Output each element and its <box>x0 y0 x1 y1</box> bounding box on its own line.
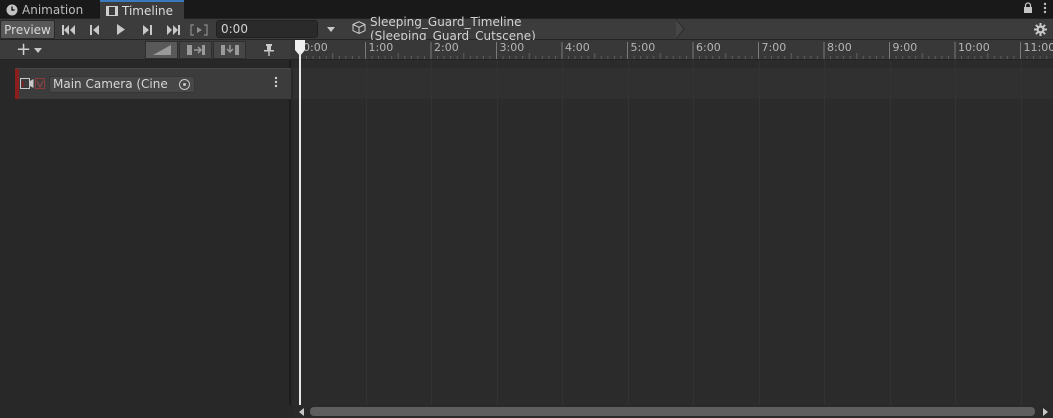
next-frame-icon <box>143 24 152 35</box>
breadcrumb-label: Sleeping_Guard_Timeline (Sleeping_Guard_… <box>370 15 536 43</box>
film-icon <box>106 5 118 17</box>
scroll-right-icon[interactable] <box>1040 407 1050 416</box>
cinemachine-track-icon <box>35 78 45 89</box>
play-icon <box>117 24 125 35</box>
breadcrumb-arrow <box>676 19 685 39</box>
tab-animation[interactable]: Animation <box>0 0 94 19</box>
mix-mode-button[interactable] <box>145 41 178 59</box>
preview-button[interactable]: Preview <box>0 20 55 39</box>
scrollbar-thumb[interactable] <box>310 407 1035 416</box>
track-binding-field[interactable]: Main Camera (Cine <box>49 76 195 93</box>
timeline-toolbar: Preview 0:00 Sleeping_Guard_Timeline (Sl… <box>0 15 1053 43</box>
track-color-bar <box>15 69 19 99</box>
ruler-label: 3:00 <box>499 41 525 54</box>
play-range-button[interactable] <box>187 20 211 39</box>
ruler-label: 9:00 <box>892 41 918 54</box>
ruler-label: 7:00 <box>761 41 787 54</box>
clip-edit-mode-icon <box>152 45 171 55</box>
ruler-ticks <box>299 42 1048 59</box>
lock-icon[interactable] <box>1023 2 1033 17</box>
track-menu-button[interactable] <box>273 76 279 92</box>
timeline-breadcrumb[interactable]: Sleeping_Guard_Timeline (Sleeping_Guard_… <box>348 15 688 43</box>
timeline-gridline <box>1020 60 1022 405</box>
time-ruler[interactable]: 0:00 1:00 2:00 3:00 4:00 5:00 6:00 7:00 8:00 9:00… <box>291 40 1053 60</box>
ruler-label: 1:00 <box>368 41 394 54</box>
go-to-end-button[interactable] <box>161 20 185 39</box>
ripple-mode-icon <box>186 45 205 55</box>
timeline-gridline <box>889 60 891 405</box>
time-dropdown-icon <box>327 27 335 32</box>
replace-mode-button[interactable] <box>213 41 246 59</box>
ruler-label: 8:00 <box>827 41 852 54</box>
ruler-label: 5:00 <box>630 41 656 54</box>
timeline-asset-icon <box>352 21 366 37</box>
ruler-label: 4:00 <box>565 41 590 54</box>
next-frame-button[interactable] <box>135 20 159 39</box>
ruler-label: 6:00 <box>696 41 721 54</box>
time-format-dropdown[interactable] <box>322 20 340 39</box>
timeline-gridline <box>758 60 760 405</box>
kebab-menu-icon <box>274 76 278 88</box>
ruler-label: 11:00 <box>1023 41 1053 54</box>
horizontal-scrollbar[interactable] <box>293 405 1053 418</box>
chevron-down-icon <box>34 47 43 53</box>
more-options-icon[interactable] <box>1043 2 1047 17</box>
settings-button[interactable] <box>1032 21 1048 37</box>
pin-icon <box>263 44 274 56</box>
playhead-line[interactable] <box>299 52 301 405</box>
previous-frame-icon <box>90 24 99 35</box>
tab-timeline[interactable]: Timeline <box>100 0 184 19</box>
ruler-label: 2:00 <box>434 41 459 54</box>
ruler-label: 10:00 <box>958 41 990 54</box>
go-to-start-button[interactable] <box>57 20 81 39</box>
tab-timeline-label: Timeline <box>122 3 174 18</box>
window-controls <box>1023 2 1047 17</box>
track-binding-label: Main Camera (Cine <box>53 77 168 91</box>
go-to-end-icon <box>167 24 180 35</box>
timeline-clip-area[interactable] <box>293 60 1053 405</box>
play-range-icon <box>190 23 208 36</box>
track-lane-main-camera[interactable] <box>293 68 1053 99</box>
ripple-mode-button[interactable] <box>179 41 212 59</box>
cinemachine-track-icon <box>20 78 34 89</box>
timeline-gridline <box>496 60 498 405</box>
replace-mode-icon <box>220 45 239 55</box>
gear-icon <box>1033 22 1047 36</box>
timeline-gridline <box>431 60 432 405</box>
timeline-gridline <box>955 60 956 405</box>
add-icon: + <box>16 39 32 60</box>
bottom-left-spacer <box>0 405 293 418</box>
timeline-gridline <box>693 60 694 405</box>
object-picker-icon[interactable] <box>179 79 190 90</box>
track-header-main-camera[interactable]: Main Camera (Cine <box>15 68 291 99</box>
track-list-panel: Main Camera (Cine <box>0 60 291 405</box>
pin-button[interactable] <box>252 41 285 59</box>
track-toolbar: + <box>0 40 291 60</box>
current-time-field[interactable]: 0:00 <box>216 20 318 38</box>
previous-frame-button[interactable] <box>83 20 107 39</box>
timeline-gridline <box>627 60 629 405</box>
add-track-button[interactable]: + <box>16 41 50 59</box>
timeline-gridline <box>365 60 367 405</box>
timeline-gridline <box>562 60 563 405</box>
play-button[interactable] <box>109 20 133 39</box>
tab-animation-label: Animation <box>22 2 84 17</box>
animation-clock-icon <box>6 4 18 16</box>
go-to-start-icon <box>62 24 75 35</box>
timeline-gridline <box>824 60 825 405</box>
scroll-left-icon[interactable] <box>296 407 306 416</box>
